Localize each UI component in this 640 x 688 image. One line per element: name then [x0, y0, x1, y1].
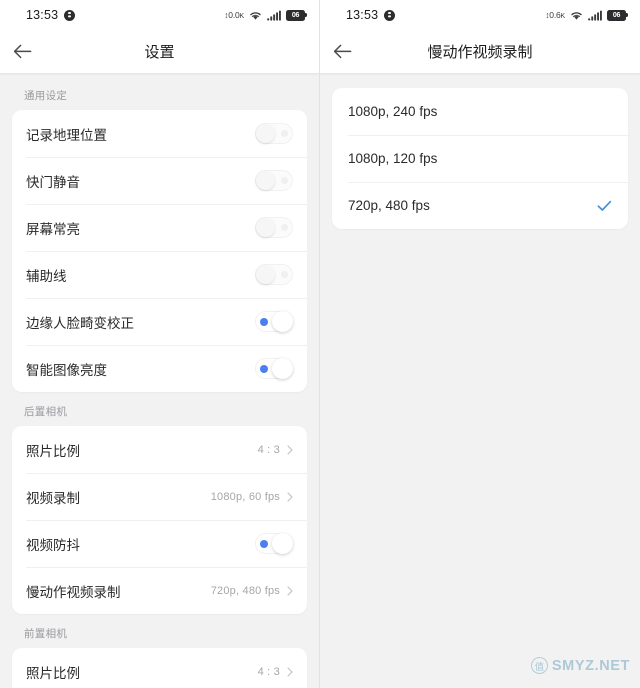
row-control	[255, 264, 293, 285]
battery-level: 06	[291, 11, 300, 19]
option-row-1080p-240fps[interactable]: 1080p, 240 fps	[332, 88, 628, 135]
option-row-1080p-120fps[interactable]: 1080p, 120 fps	[332, 135, 628, 182]
section-header-general: 通用设定	[24, 90, 68, 102]
setting-label: 记录地理位置	[26, 127, 107, 143]
setting-label: 照片比例	[26, 443, 80, 459]
row-control: 4 : 3	[258, 444, 293, 456]
setting-value: 4 : 3	[257, 665, 280, 678]
setting-row-video-stabilization[interactable]: 视频防抖	[12, 520, 307, 567]
setting-value: 720p, 480 fps	[210, 584, 280, 597]
setting-label: 快门静音	[26, 174, 80, 190]
row-control	[255, 311, 293, 332]
toggle-geotag[interactable]	[255, 123, 293, 144]
setting-row-face-distortion-correction[interactable]: 边缘人脸畸变校正	[12, 298, 307, 345]
row-control	[255, 217, 293, 238]
setting-row-screen-always-on[interactable]: 屏幕常亮	[12, 204, 307, 251]
setting-value: 1080p, 60 fps	[210, 490, 280, 503]
setting-label: 视频录制	[26, 490, 80, 506]
toggle-gridlines[interactable]	[255, 264, 293, 285]
row-control	[255, 358, 293, 379]
option-label: 1080p, 120 fps	[348, 151, 438, 166]
row-control	[255, 123, 293, 144]
page-title: 慢动作视频录制	[427, 44, 533, 61]
left-screen-settings: 13:53 ↕0.0K 06 设置 通用设定 记录地理位置 快门静音 屏幕常亮 …	[0, 0, 320, 688]
back-button[interactable]	[0, 30, 44, 73]
options-scroll-area[interactable]: 1080p, 240 fps 1080p, 120 fps 720p, 480 …	[320, 76, 640, 688]
setting-value: 4 : 3	[257, 443, 280, 456]
setting-label: 智能图像亮度	[26, 362, 107, 378]
status-time: 13:53	[346, 8, 379, 22]
cellular-signal-icon	[267, 10, 281, 21]
chevron-right-icon	[287, 491, 293, 502]
toggle-face-distortion-correction[interactable]	[255, 311, 293, 332]
toggle-shutter-mute[interactable]	[255, 170, 293, 191]
row-control	[255, 170, 293, 191]
setting-row-rear-photo-ratio[interactable]: 照片比例 4 : 3	[12, 426, 307, 473]
chevron-right-icon	[287, 444, 293, 455]
dual-screenshot-container: 13:53 ↕0.0K 06 设置 通用设定 记录地理位置 快门静音 屏幕常亮 …	[0, 0, 640, 688]
settings-card-front-camera: 照片比例 4 : 3 视频分辨率 1080p, 30 fps	[12, 648, 307, 688]
toggle-smart-image-brightness[interactable]	[255, 358, 293, 379]
checkmark-icon	[597, 200, 612, 211]
status-bar: 13:53 ↕0.0K 06	[0, 0, 319, 30]
title-bar: 慢动作视频录制	[320, 30, 640, 73]
option-label: 1080p, 240 fps	[348, 104, 438, 119]
chevron-right-icon	[287, 666, 293, 677]
section-header-front-camera: 前置相机	[24, 628, 68, 640]
chevron-right-icon	[287, 585, 293, 596]
network-rate: ↕0.0K	[224, 10, 244, 20]
toggle-video-stabilization[interactable]	[255, 533, 293, 554]
setting-row-rear-video-recording[interactable]: 视频录制 1080p, 60 fps	[12, 473, 307, 520]
row-control	[255, 533, 293, 554]
setting-row-smart-image-brightness[interactable]: 智能图像亮度	[12, 345, 307, 392]
settings-card-general: 记录地理位置 快门静音 屏幕常亮 辅助线 边缘人脸畸变校正 智能图像亮度	[12, 110, 307, 392]
setting-row-gridlines[interactable]: 辅助线	[12, 251, 307, 298]
watermark-logo: 值	[530, 657, 548, 674]
options-card: 1080p, 240 fps 1080p, 120 fps 720p, 480 …	[332, 88, 628, 229]
setting-label: 屏幕常亮	[26, 221, 80, 237]
site-watermark: 值 SMYZ.NET	[530, 657, 630, 674]
setting-row-front-photo-ratio[interactable]: 照片比例 4 : 3	[12, 648, 307, 688]
back-button[interactable]	[320, 30, 364, 73]
do-not-disturb-icon	[384, 9, 396, 21]
setting-row-shutter-mute[interactable]: 快门静音	[12, 157, 307, 204]
battery-icon: 06	[607, 9, 629, 21]
setting-row-geotag[interactable]: 记录地理位置	[12, 110, 307, 157]
battery-level: 06	[612, 11, 621, 19]
setting-label: 辅助线	[26, 268, 67, 284]
status-indicators: ↕0.6K 06	[545, 9, 629, 21]
status-bar: 13:53 ↕0.6K 06	[320, 0, 640, 30]
wifi-icon	[570, 10, 583, 21]
settings-scroll-area[interactable]: 通用设定 记录地理位置 快门静音 屏幕常亮 辅助线 边缘人脸畸变校正 智能图像亮…	[0, 76, 319, 688]
battery-icon: 06	[286, 9, 308, 21]
setting-row-slow-motion-recording[interactable]: 慢动作视频录制 720p, 480 fps	[12, 567, 307, 614]
settings-card-rear-camera: 照片比例 4 : 3 视频录制 1080p, 60 fps 视频防抖 慢动作视频…	[12, 426, 307, 614]
toggle-screen-always-on[interactable]	[255, 217, 293, 238]
row-control: 720p, 480 fps	[211, 585, 293, 597]
status-indicators: ↕0.0K 06	[224, 9, 308, 21]
watermark-text: SMYZ.NET	[551, 657, 630, 674]
row-control: 1080p, 60 fps	[211, 491, 293, 503]
back-arrow-icon	[13, 44, 31, 59]
setting-label: 视频防抖	[26, 537, 80, 553]
section-header-rear-camera: 后置相机	[24, 406, 68, 418]
status-time: 13:53	[26, 8, 59, 22]
row-control: 4 : 3	[258, 666, 293, 678]
cellular-signal-icon	[588, 10, 602, 21]
setting-label: 慢动作视频录制	[26, 584, 121, 600]
right-screen-slow-motion-options: 13:53 ↕0.6K 06 慢动作视频录制 1080p, 240 fps 10…	[320, 0, 640, 688]
setting-label: 照片比例	[26, 665, 80, 681]
do-not-disturb-icon	[64, 9, 76, 21]
title-bar: 设置	[0, 30, 319, 73]
network-rate: ↕0.6K	[545, 10, 565, 20]
wifi-icon	[249, 10, 262, 21]
page-title: 设置	[144, 44, 175, 61]
setting-label: 边缘人脸畸变校正	[26, 315, 134, 331]
option-label: 720p, 480 fps	[348, 198, 430, 213]
option-row-720p-480fps[interactable]: 720p, 480 fps	[332, 182, 628, 229]
back-arrow-icon	[333, 44, 351, 59]
